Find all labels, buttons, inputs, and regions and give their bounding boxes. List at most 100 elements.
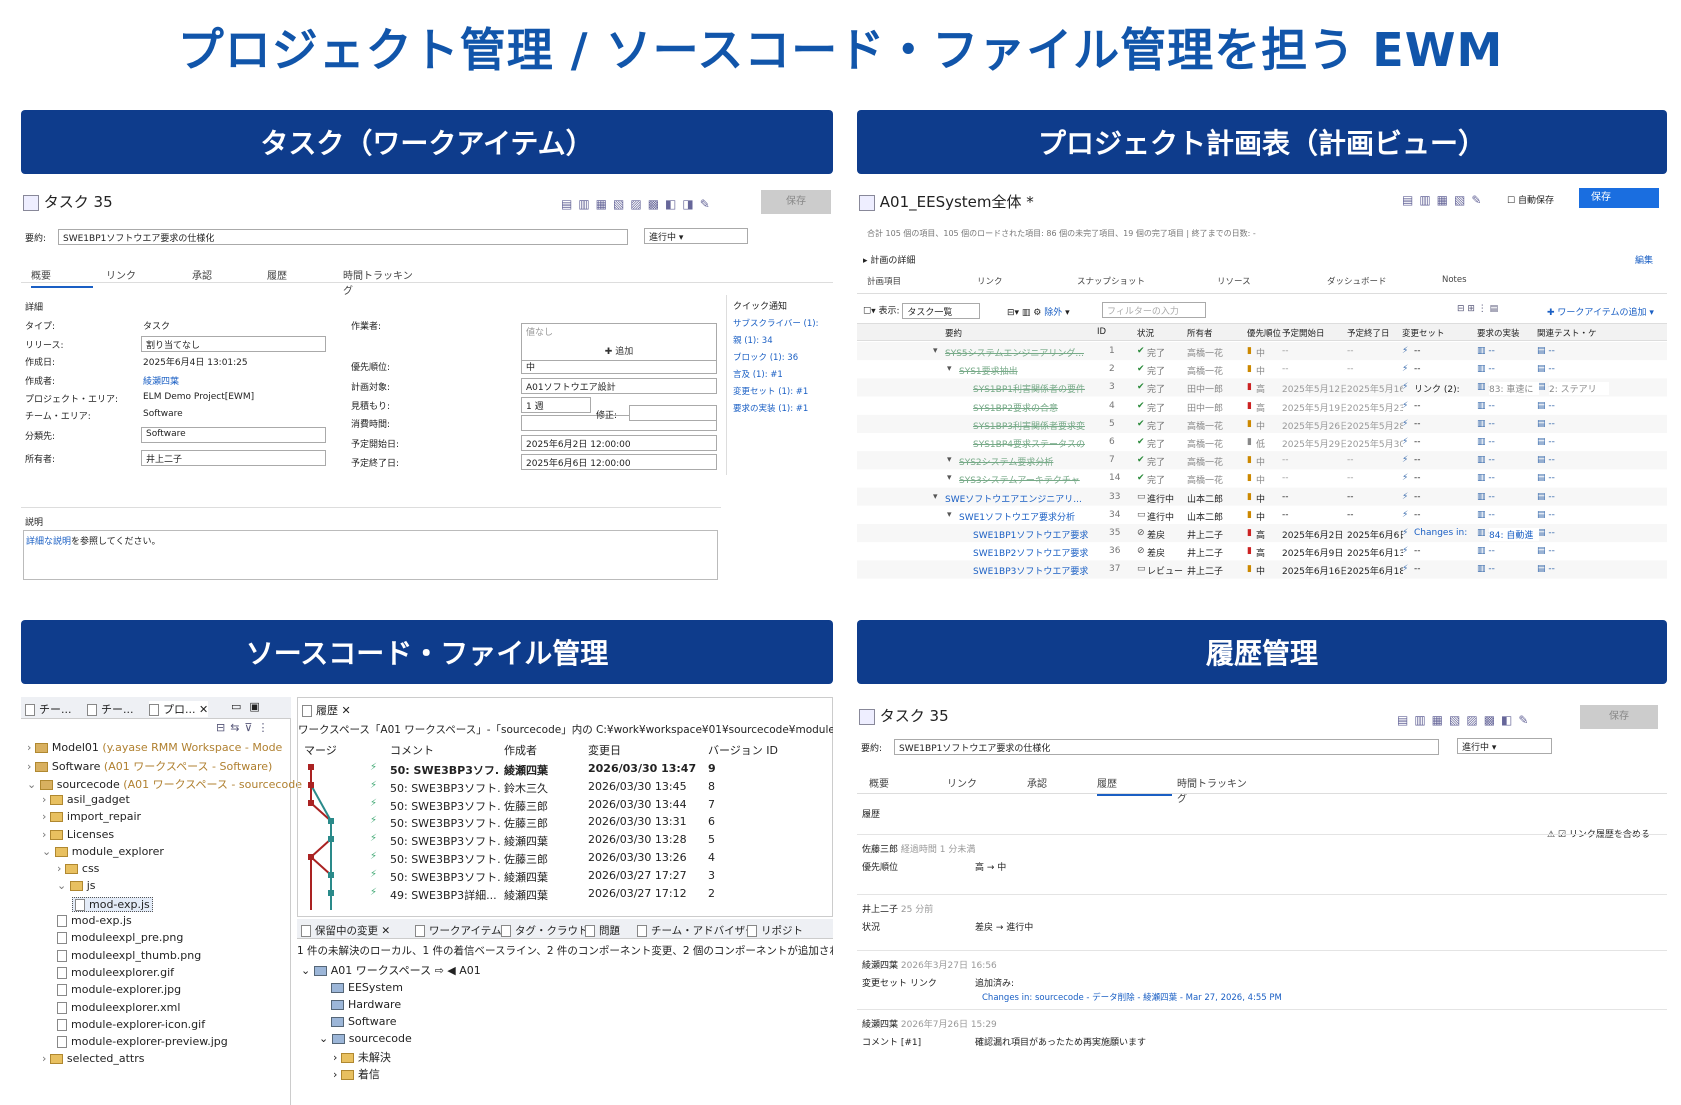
grid-summary[interactable]: SYS1BP3利害関係者要求変	[973, 419, 1095, 432]
expand-toggle[interactable]: ▾	[933, 492, 938, 502]
tree-folder[interactable]: › Software (A01 ワークスペース - Software)	[27, 758, 272, 774]
quick-notify-item[interactable]: 変更セット (1): #1	[733, 385, 808, 397]
task-tab-1[interactable]: リンク	[106, 267, 176, 286]
component-node[interactable]: Hardware	[331, 998, 401, 1011]
tree-folder[interactable]: › Model01 (y.ayase RMM Workspace - Mode	[27, 741, 282, 754]
tree-file[interactable]: module-explorer.jpg	[57, 983, 181, 997]
field-select[interactable]: 割り当てなし	[141, 336, 326, 352]
component-node[interactable]: EESystem	[331, 981, 403, 994]
component-sub-node[interactable]: › 着信	[333, 1066, 380, 1082]
field-input[interactable]: 2025年6月6日 12:00:00	[521, 454, 717, 470]
grid-summary[interactable]: SWE1BP2ソフトウエア要求	[973, 546, 1095, 559]
bottom-tab-3[interactable]: 問題	[585, 923, 620, 938]
quick-notify-item[interactable]: 要求の実装 (1): #1	[733, 402, 808, 414]
history-tab[interactable]: 履歴 ✕	[302, 702, 351, 718]
task-save-button[interactable]: 保存	[761, 190, 831, 214]
quick-notify-item[interactable]: サブスクライバー (1):	[733, 317, 818, 329]
tree-folder[interactable]: › css	[57, 862, 99, 875]
grid-summary[interactable]: SWE1BP3ソフトウエア要求	[973, 564, 1095, 577]
explorer-toolbar-icons[interactable]: ⊟⇆⊽⋮	[216, 721, 274, 734]
hist-comment[interactable]: 50: SWE3BP3ソフト...	[390, 869, 500, 885]
plan-tab-1[interactable]: リンク	[977, 275, 1003, 287]
tree-folder[interactable]: › selected_attrs	[42, 1052, 144, 1065]
plan-tab-3[interactable]: リソース	[1217, 275, 1251, 287]
tree-file[interactable]: moduleexplorer.gif	[57, 966, 174, 979]
bottom-tab-5[interactable]: リポジト	[747, 923, 803, 938]
bottom-tab-4[interactable]: チーム・アドバイザー	[637, 923, 756, 938]
expand-toggle[interactable]: ▾	[933, 346, 938, 356]
tree-file[interactable]: mod-exp.js	[57, 914, 132, 927]
tree-file[interactable]: moduleexpl_thumb.png	[57, 949, 201, 962]
grid-col-header[interactable]: 予定開始日	[1282, 327, 1325, 339]
tree-folder[interactable]: ⌄ module_explorer	[42, 845, 164, 858]
field-input[interactable]: 2025年6月2日 12:00:00	[521, 435, 717, 451]
grid-changeset[interactable]: --	[1414, 510, 1474, 520]
hist-comment[interactable]: 50: SWE3BP3ソフト...	[390, 798, 500, 814]
tree-file[interactable]: moduleexplorer.xml	[57, 1001, 180, 1014]
task-tab-3[interactable]: 履歴	[267, 267, 337, 286]
grid-col-header[interactable]: 予定終了日	[1347, 327, 1390, 339]
workspace-node[interactable]: ⌄ A01 ワークスペース ⇨ ◀ A01	[301, 962, 481, 978]
component-node[interactable]: Software	[331, 1015, 397, 1028]
hist-comment[interactable]: 50: SWE3BP3ソフ...	[390, 762, 500, 778]
grid-summary[interactable]: SYS1BP2要求の合意	[973, 401, 1095, 414]
hist-tab-4[interactable]: 時間トラッキング	[1177, 775, 1247, 809]
correction-input[interactable]	[629, 405, 717, 421]
plan-save-button[interactable]: 保存	[1579, 188, 1659, 208]
grid-changeset[interactable]: --	[1414, 364, 1474, 374]
tree-folder[interactable]: › Licenses	[42, 828, 114, 841]
filter-input[interactable]: フィルターの入力	[1102, 302, 1206, 318]
hist-tab-0[interactable]: 概要	[869, 775, 939, 794]
hist-col-header[interactable]: コメント	[390, 742, 434, 758]
hist-tab-2[interactable]: 承認	[1027, 775, 1097, 794]
plan-tab-5[interactable]: Notes	[1442, 275, 1467, 285]
plan-tab-2[interactable]: スナップショット	[1077, 275, 1145, 287]
quick-notify-item[interactable]: ブロック (1): 36	[733, 351, 798, 363]
hist-comment[interactable]: 50: SWE3BP3ソフト...	[390, 833, 500, 849]
hist-col-header[interactable]: 変更日	[588, 742, 621, 758]
bottom-tab-1[interactable]: ワークアイテム	[415, 923, 501, 938]
expand-toggle[interactable]: ▾	[947, 473, 952, 483]
field-select[interactable]: 井上二子	[141, 450, 326, 466]
hist-comment[interactable]: 50: SWE3BP3ソフト...	[390, 815, 500, 831]
hist-col-header[interactable]: バージョン ID	[708, 742, 778, 758]
grid-summary[interactable]: SWEソフトウエアエンジニアリ...	[945, 492, 1095, 505]
grid-changeset[interactable]: --	[1414, 455, 1474, 465]
field-value[interactable]: 綾瀬四葉	[143, 374, 179, 387]
status-select[interactable]: 進行中 ▾	[644, 228, 748, 244]
exclude-button[interactable]: ⊟▾ ▥ ⚙ 除外 ▾	[1007, 305, 1070, 318]
grid-summary[interactable]: SYS5システムエンジニアリング...	[945, 346, 1095, 359]
summary-input[interactable]: SWE1BP1ソフトウエア要求の仕様化	[58, 229, 628, 245]
quick-notify-item[interactable]: 言及 (1): #1	[733, 368, 783, 380]
expand-toggle[interactable]: ▾	[947, 364, 952, 374]
hist-toolbar-icons[interactable]: ▤▥▦▧▨▩◧✎	[1397, 713, 1534, 727]
hist-save-button[interactable]: 保存	[1580, 705, 1658, 729]
history-entry-link[interactable]: Changes in: sourcecode - データ削除 - 綾瀬四葉 - …	[982, 991, 1282, 1003]
autosave-checkbox[interactable]: ☐ 自動保存	[1507, 193, 1554, 206]
grid-col-header[interactable]: ID	[1097, 327, 1106, 337]
grid-changeset[interactable]: --	[1414, 437, 1474, 447]
tree-file[interactable]: mod-exp.js	[72, 896, 153, 912]
task-toolbar-icons[interactable]: ▤▥▦▧▨▩◧◨✎	[561, 197, 716, 211]
grid-changeset[interactable]: --	[1414, 492, 1474, 502]
plan-tab-4[interactable]: ダッシュボード	[1327, 275, 1387, 287]
explorer-tab-0[interactable]: チー...	[25, 701, 72, 717]
expand-toggle[interactable]: ▾	[947, 455, 952, 465]
bottom-tab-0[interactable]: 保留中の変更 ✕	[301, 923, 390, 938]
hist-col-header[interactable]: 作成者	[504, 742, 537, 758]
grid-summary[interactable]: SYS3システムアーキテクチャ	[959, 473, 1095, 486]
hist-status-select[interactable]: 進行中 ▾	[1457, 738, 1552, 754]
grid-summary[interactable]: SWE1ソフトウエア要求分析	[959, 510, 1095, 523]
component-node[interactable]: ⌄ sourcecode	[319, 1032, 412, 1045]
tree-file[interactable]: module-explorer-icon.gif	[57, 1018, 205, 1031]
grid-changeset[interactable]: リンク (2):	[1414, 382, 1474, 395]
grid-changeset[interactable]: --	[1414, 546, 1474, 556]
grid-summary[interactable]: SWE1BP1ソフトウエア要求	[973, 528, 1095, 541]
plan-details-toggle[interactable]: ▸ 計画の詳細	[863, 253, 915, 266]
add-work-item-button[interactable]: ✚ ワークアイテムの追加 ▾	[1547, 305, 1654, 318]
grid-summary[interactable]: SYS2システム要求分析	[959, 455, 1095, 468]
grid-col-header[interactable]: 要約	[945, 327, 962, 339]
bottom-tab-2[interactable]: タグ・クラウド	[501, 923, 589, 938]
explorer-tab-2[interactable]: プロ... ✕	[149, 701, 209, 717]
tree-folder[interactable]: › asil_gadget	[42, 793, 130, 806]
